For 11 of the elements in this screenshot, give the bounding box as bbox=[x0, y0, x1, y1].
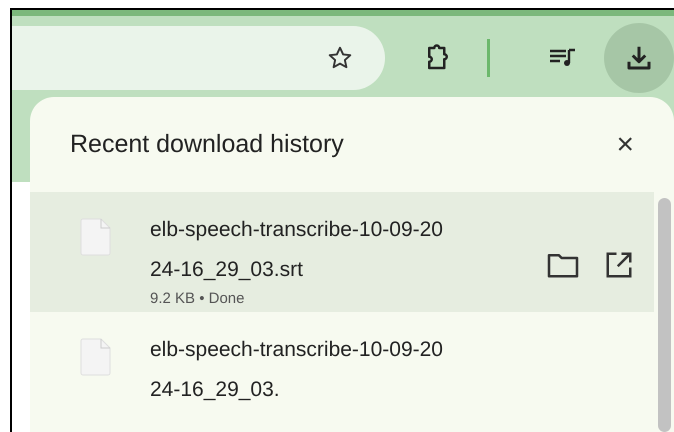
file-name: elb-speech-transcribe-10-09-2024-16_29_03. bbox=[150, 337, 444, 403]
file-icon bbox=[80, 338, 112, 376]
star-icon[interactable] bbox=[327, 45, 353, 71]
file-name: elb-speech-transcribe-10-09-2024-16_29_03.srt bbox=[150, 217, 444, 283]
download-status: 9.2 KB • Done bbox=[150, 290, 246, 308]
close-button[interactable]: × bbox=[616, 130, 634, 160]
download-item[interactable]: elb-speech-transcribe-10-09-2024-16_29_03.srt 9.2 KB • Done bbox=[30, 192, 654, 312]
file-icon bbox=[80, 218, 112, 256]
panel-title: Recent download history bbox=[70, 128, 345, 160]
folder-icon bbox=[546, 251, 580, 279]
external-link-icon bbox=[604, 250, 634, 280]
